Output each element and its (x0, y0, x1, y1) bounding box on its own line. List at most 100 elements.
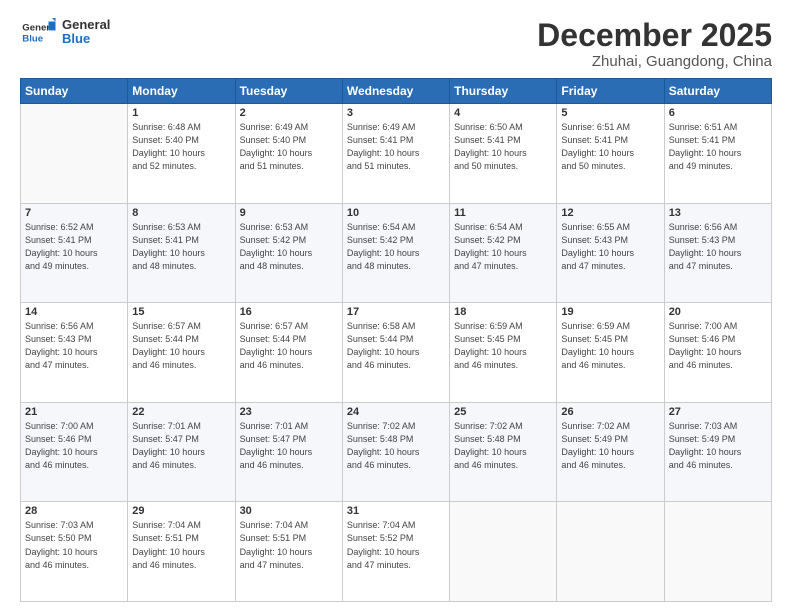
location: Zhuhai, Guangdong, China (537, 53, 772, 70)
day-number: 12 (561, 207, 659, 219)
day-number: 28 (25, 505, 123, 517)
cell-details: Sunrise: 7:01 AM Sunset: 5:47 PM Dayligh… (132, 420, 230, 472)
svg-text:Blue: Blue (22, 34, 43, 45)
cell-details: Sunrise: 6:58 AM Sunset: 5:44 PM Dayligh… (347, 320, 445, 372)
calendar-cell: 15 Sunrise: 6:57 AM Sunset: 5:44 PM Dayli… (128, 303, 235, 403)
cell-details: Sunrise: 6:51 AM Sunset: 5:41 PM Dayligh… (669, 121, 767, 173)
calendar-cell: 27 Sunrise: 7:03 AM Sunset: 5:49 PM Dayli… (664, 402, 771, 502)
calendar-cell: 13Sunrise: 6:56 AM Sunset: 5:43 PM Dayli… (664, 203, 771, 303)
cell-details: Sunrise: 6:59 AM Sunset: 5:45 PM Dayligh… (454, 320, 552, 372)
day-number: 21 (25, 406, 123, 418)
cell-details: Sunrise: 6:48 AM Sunset: 5:40 PM Dayligh… (132, 121, 230, 173)
cell-details: Sunrise: 7:03 AM Sunset: 5:50 PM Dayligh… (25, 519, 123, 571)
calendar-cell: 10Sunrise: 6:54 AM Sunset: 5:42 PM Dayli… (342, 203, 449, 303)
day-number: 8 (132, 207, 230, 219)
cell-details: Sunrise: 6:49 AM Sunset: 5:41 PM Dayligh… (347, 121, 445, 173)
calendar-cell (21, 104, 128, 204)
day-header-thursday: Thursday (450, 79, 557, 104)
cell-details: Sunrise: 6:57 AM Sunset: 5:44 PM Dayligh… (132, 320, 230, 372)
cell-details: Sunrise: 6:50 AM Sunset: 5:41 PM Dayligh… (454, 121, 552, 173)
day-header-friday: Friday (557, 79, 664, 104)
calendar-cell: 7 Sunrise: 6:52 AM Sunset: 5:41 PM Daylig… (21, 203, 128, 303)
calendar-cell: 3 Sunrise: 6:49 AM Sunset: 5:41 PM Daylig… (342, 104, 449, 204)
calendar-cell: 18 Sunrise: 6:59 AM Sunset: 5:45 PM Dayli… (450, 303, 557, 403)
cell-details: Sunrise: 7:04 AM Sunset: 5:52 PM Dayligh… (347, 519, 445, 571)
day-number: 7 (25, 207, 123, 219)
day-number: 17 (347, 306, 445, 318)
cell-details: Sunrise: 6:55 AM Sunset: 5:43 PM Dayligh… (561, 221, 659, 273)
cell-details: Sunrise: 6:53 AM Sunset: 5:42 PM Dayligh… (240, 221, 338, 273)
header: General Blue General Blue December 2025 … (20, 18, 772, 70)
calendar-cell: 8 Sunrise: 6:53 AM Sunset: 5:41 PM Daylig… (128, 203, 235, 303)
cell-details: Sunrise: 6:56 AM Sunset: 5:43 PM Dayligh… (25, 320, 123, 372)
calendar-cell (557, 502, 664, 602)
day-number: 30 (240, 505, 338, 517)
cell-details: Sunrise: 6:54 AM Sunset: 5:42 PM Dayligh… (454, 221, 552, 273)
day-number: 20 (669, 306, 767, 318)
logo: General Blue General Blue (20, 18, 110, 47)
cell-details: Sunrise: 6:53 AM Sunset: 5:41 PM Dayligh… (132, 221, 230, 273)
calendar-cell: 12 Sunrise: 6:55 AM Sunset: 5:43 PM Dayli… (557, 203, 664, 303)
calendar-cell: 26 Sunrise: 7:02 AM Sunset: 5:49 PM Dayli… (557, 402, 664, 502)
day-header-wednesday: Wednesday (342, 79, 449, 104)
day-number: 18 (454, 306, 552, 318)
day-number: 10 (347, 207, 445, 219)
day-header-saturday: Saturday (664, 79, 771, 104)
cell-details: Sunrise: 7:04 AM Sunset: 5:51 PM Dayligh… (240, 519, 338, 571)
cell-details: Sunrise: 6:52 AM Sunset: 5:41 PM Dayligh… (25, 221, 123, 273)
calendar-cell: 30 Sunrise: 7:04 AM Sunset: 5:51 PM Dayli… (235, 502, 342, 602)
day-number: 9 (240, 207, 338, 219)
cell-details: Sunrise: 7:03 AM Sunset: 5:49 PM Dayligh… (669, 420, 767, 472)
day-number: 24 (347, 406, 445, 418)
day-number: 25 (454, 406, 552, 418)
month-title: December 2025 (537, 18, 772, 53)
day-number: 2 (240, 107, 338, 119)
calendar-cell (664, 502, 771, 602)
title-block: December 2025 Zhuhai, Guangdong, China (537, 18, 772, 70)
calendar-cell: 4Sunrise: 6:50 AM Sunset: 5:41 PM Daylig… (450, 104, 557, 204)
day-number: 22 (132, 406, 230, 418)
logo-blue: Blue (62, 32, 110, 46)
calendar-cell: 23 Sunrise: 7:01 AM Sunset: 5:47 PM Dayli… (235, 402, 342, 502)
calendar-cell: 11 Sunrise: 6:54 AM Sunset: 5:42 PM Dayli… (450, 203, 557, 303)
calendar-week-row: 1 Sunrise: 6:48 AM Sunset: 5:40 PM Daylig… (21, 104, 772, 204)
day-header-sunday: Sunday (21, 79, 128, 104)
day-number: 19 (561, 306, 659, 318)
cell-details: Sunrise: 7:02 AM Sunset: 5:49 PM Dayligh… (561, 420, 659, 472)
calendar-cell: 1 Sunrise: 6:48 AM Sunset: 5:40 PM Daylig… (128, 104, 235, 204)
logo-general: General (62, 18, 110, 32)
day-number: 15 (132, 306, 230, 318)
calendar-cell: 16 Sunrise: 6:57 AM Sunset: 5:44 PM Dayli… (235, 303, 342, 403)
day-header-tuesday: Tuesday (235, 79, 342, 104)
cell-details: Sunrise: 7:01 AM Sunset: 5:47 PM Dayligh… (240, 420, 338, 472)
cell-details: Sunrise: 6:57 AM Sunset: 5:44 PM Dayligh… (240, 320, 338, 372)
cell-details: Sunrise: 7:04 AM Sunset: 5:51 PM Dayligh… (132, 519, 230, 571)
day-number: 14 (25, 306, 123, 318)
day-number: 11 (454, 207, 552, 219)
page: General Blue General Blue December 2025 … (0, 0, 792, 612)
cell-details: Sunrise: 7:00 AM Sunset: 5:46 PM Dayligh… (669, 320, 767, 372)
cell-details: Sunrise: 6:51 AM Sunset: 5:41 PM Dayligh… (561, 121, 659, 173)
day-number: 16 (240, 306, 338, 318)
calendar-cell: 25Sunrise: 7:02 AM Sunset: 5:48 PM Dayli… (450, 402, 557, 502)
day-header-monday: Monday (128, 79, 235, 104)
calendar-week-row: 7 Sunrise: 6:52 AM Sunset: 5:41 PM Daylig… (21, 203, 772, 303)
cell-details: Sunrise: 6:59 AM Sunset: 5:45 PM Dayligh… (561, 320, 659, 372)
cell-details: Sunrise: 7:02 AM Sunset: 5:48 PM Dayligh… (347, 420, 445, 472)
calendar-cell: 20 Sunrise: 7:00 AM Sunset: 5:46 PM Dayli… (664, 303, 771, 403)
day-number: 23 (240, 406, 338, 418)
calendar-cell: 19 Sunrise: 6:59 AM Sunset: 5:45 PM Dayli… (557, 303, 664, 403)
calendar-cell: 24 Sunrise: 7:02 AM Sunset: 5:48 PM Dayli… (342, 402, 449, 502)
calendar-week-row: 14 Sunrise: 6:56 AM Sunset: 5:43 PM Dayli… (21, 303, 772, 403)
calendar-week-row: 21Sunrise: 7:00 AM Sunset: 5:46 PM Dayli… (21, 402, 772, 502)
calendar-cell: 6 Sunrise: 6:51 AM Sunset: 5:41 PM Daylig… (664, 104, 771, 204)
day-number: 13 (669, 207, 767, 219)
day-number: 3 (347, 107, 445, 119)
day-number: 27 (669, 406, 767, 418)
calendar-cell: 29Sunrise: 7:04 AM Sunset: 5:51 PM Dayli… (128, 502, 235, 602)
day-number: 6 (669, 107, 767, 119)
logo-icon: General Blue (20, 18, 56, 46)
day-number: 1 (132, 107, 230, 119)
day-number: 31 (347, 505, 445, 517)
day-number: 26 (561, 406, 659, 418)
